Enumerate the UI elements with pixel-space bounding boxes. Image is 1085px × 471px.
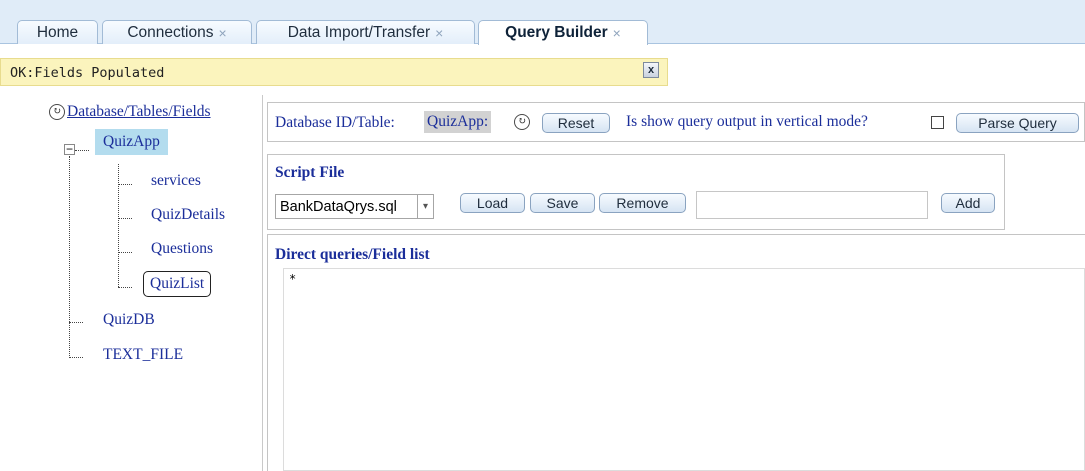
tree-node-quizdetails[interactable]: QuizDetails: [151, 206, 225, 224]
reset-button[interactable]: Reset: [542, 113, 610, 133]
tree-connector: [118, 252, 132, 253]
script-file-selected: BankDataQrys.sql: [280, 198, 397, 215]
add-button[interactable]: Add: [941, 193, 995, 213]
close-icon[interactable]: ×: [613, 25, 621, 41]
collapse-icon[interactable]: −: [64, 143, 75, 155]
tree-node-quizdb[interactable]: QuizDB: [103, 311, 155, 329]
tab-label: Home: [36, 23, 79, 41]
script-file-select[interactable]: BankDataQrys.sql ▾: [275, 194, 434, 219]
refresh-icon[interactable]: ↻: [514, 114, 530, 130]
tab-data-import-transfer[interactable]: Data Import/Transfer ×: [256, 20, 475, 44]
vertical-mode-checkbox[interactable]: [931, 116, 944, 129]
tree-connector: [69, 322, 83, 323]
parse-query-button[interactable]: Parse Query: [956, 113, 1079, 133]
tree-connector: [118, 287, 132, 288]
tree-connector: [75, 150, 89, 151]
database-id-label: Database ID/Table:: [275, 114, 395, 131]
close-icon[interactable]: x: [643, 62, 659, 78]
tab-home[interactable]: Home: [17, 20, 98, 44]
direct-queries-editor[interactable]: *: [283, 268, 1085, 471]
direct-queries-title: Direct queries/Field list: [275, 246, 430, 263]
chevron-down-icon[interactable]: ▾: [417, 195, 433, 218]
tree-node-text-file[interactable]: TEXT_FILE: [103, 346, 183, 364]
tree-connector: [69, 156, 70, 356]
tree-root-label[interactable]: Database/Tables/Fields: [67, 103, 211, 121]
tab-bar: Home Connections × Data Import/Transfer …: [0, 0, 1085, 45]
remove-button[interactable]: Remove: [599, 193, 686, 213]
tree-node-quizlist[interactable]: QuizList: [143, 271, 212, 297]
database-id-value: QuizApp:: [424, 111, 492, 133]
vertical-mode-label: Is show query output in vertical mode?: [626, 113, 868, 130]
script-name-input[interactable]: [696, 191, 928, 219]
refresh-icon[interactable]: ↻: [49, 104, 65, 120]
tree-connector: [118, 164, 119, 287]
panel-divider: [262, 95, 263, 471]
save-button[interactable]: Save: [530, 193, 595, 213]
load-button[interactable]: Load: [460, 193, 525, 213]
query-options-bar: Database ID/Table: QuizApp: ↻ Reset Is s…: [267, 102, 1085, 142]
tree-connector: [69, 357, 83, 358]
tab-query-builder[interactable]: Query Builder ×: [478, 20, 648, 45]
tree-node-services[interactable]: services: [151, 172, 201, 190]
tab-label: Query Builder: [505, 24, 608, 41]
tab-connections[interactable]: Connections ×: [102, 20, 252, 44]
tree-root[interactable]: ↻ Database/Tables/Fields: [49, 103, 211, 121]
status-message: OK:Fields Populated: [10, 65, 165, 81]
script-file-panel: Script File BankDataQrys.sql ▾ Load Save…: [267, 154, 1005, 230]
tree-connector: [118, 184, 132, 185]
tree-node-questions[interactable]: Questions: [151, 240, 213, 258]
close-icon[interactable]: ×: [218, 25, 226, 41]
script-file-title: Script File: [275, 164, 345, 181]
tab-label: Data Import/Transfer: [287, 23, 431, 41]
tree-node-quizapp[interactable]: QuizApp: [95, 129, 168, 155]
tree-connector: [118, 218, 132, 219]
close-icon[interactable]: ×: [435, 25, 443, 41]
status-message-bar: OK:Fields Populated x: [0, 58, 668, 86]
database-tree: ↻ Database/Tables/Fields − QuizApp servi…: [0, 96, 262, 471]
tab-label: Connections: [127, 23, 214, 41]
